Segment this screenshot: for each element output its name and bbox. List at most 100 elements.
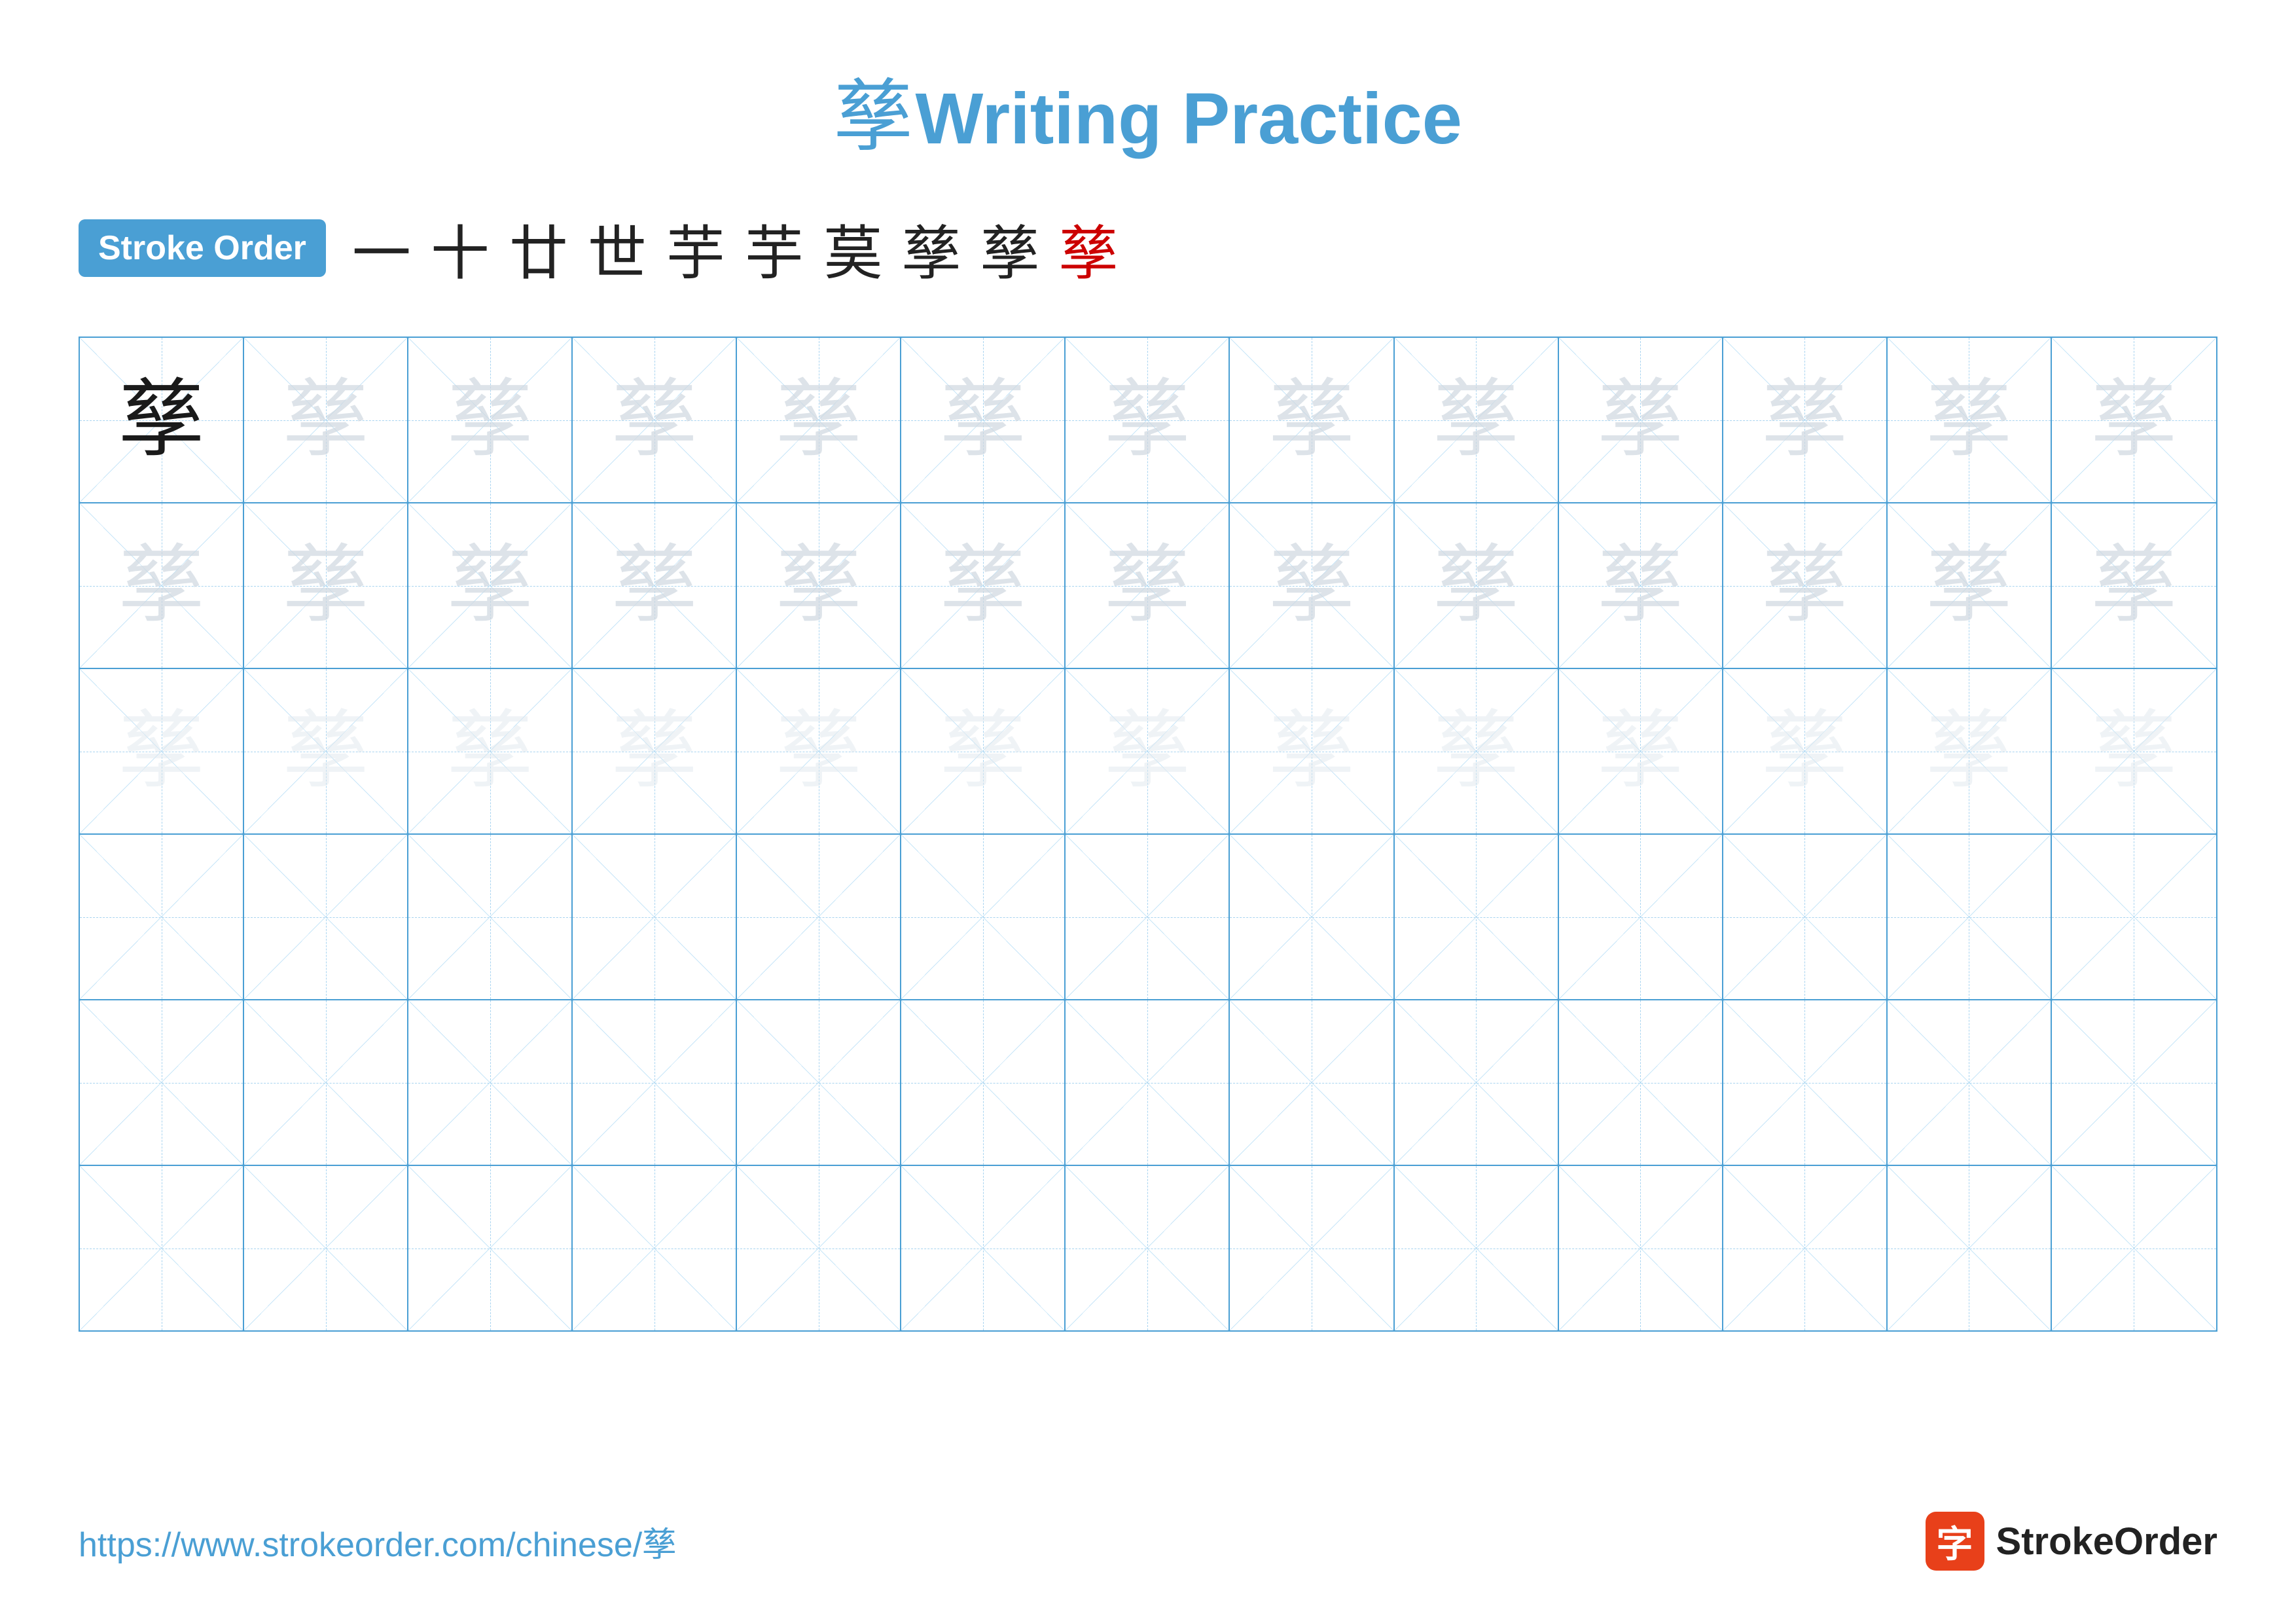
grid-cell-1-10: 孳 xyxy=(1723,503,1888,668)
practice-char-0-3: 孳 xyxy=(612,378,697,463)
grid-cell-4-11 xyxy=(1888,1000,2052,1165)
grid-cell-4-7 xyxy=(1230,1000,1394,1165)
cell-guide-5-7 xyxy=(1230,1166,1393,1330)
logo-text: StrokeOrder xyxy=(1996,1520,2217,1563)
grid-cell-3-4 xyxy=(737,835,901,999)
cell-guide-4-3 xyxy=(573,1000,736,1165)
grid-cell-0-11: 孳 xyxy=(1888,338,2052,502)
grid-cell-0-10: 孳 xyxy=(1723,338,1888,502)
practice-char-1-1: 孳 xyxy=(283,543,368,629)
grid-cell-5-10 xyxy=(1723,1166,1888,1330)
grid-cell-5-8 xyxy=(1395,1166,1559,1330)
stroke-sequence: 一十廿世芋芋茣孳孳孳 xyxy=(352,206,1118,291)
practice-char-2-6: 孳 xyxy=(1105,709,1190,794)
grid-cell-2-10: 孳 xyxy=(1723,669,1888,833)
practice-char-2-8: 孳 xyxy=(1433,709,1518,794)
grid-cell-4-12 xyxy=(2052,1000,2216,1165)
grid-cell-2-6: 孳 xyxy=(1066,669,1230,833)
grid-cell-5-1 xyxy=(244,1166,408,1330)
practice-char-1-10: 孳 xyxy=(1762,543,1847,629)
stroke-step-7: 孳 xyxy=(902,206,961,291)
grid-cell-0-12: 孳 xyxy=(2052,338,2216,502)
grid-cell-1-0: 孳 xyxy=(80,503,244,668)
cell-guide-5-2 xyxy=(408,1166,571,1330)
cell-guide-3-2 xyxy=(408,835,571,999)
grid-cell-3-9 xyxy=(1559,835,1723,999)
practice-char-1-2: 孳 xyxy=(448,543,533,629)
stroke-step-4: 芋 xyxy=(666,206,725,291)
grid-cell-4-3 xyxy=(573,1000,737,1165)
cell-guide-3-9 xyxy=(1559,835,1722,999)
stroke-order-badge: Stroke Order xyxy=(79,219,326,277)
cell-guide-3-11 xyxy=(1888,835,2051,999)
stroke-step-1: 十 xyxy=(431,206,490,291)
grid-cell-0-2: 孳 xyxy=(408,338,573,502)
cell-guide-3-1 xyxy=(244,835,407,999)
cell-guide-3-7 xyxy=(1230,835,1393,999)
practice-char-1-0: 孳 xyxy=(119,543,204,629)
grid-cell-5-6 xyxy=(1066,1166,1230,1330)
stroke-step-9: 孳 xyxy=(1059,206,1118,291)
grid-cell-2-7: 孳 xyxy=(1230,669,1394,833)
logo-icon: 字 xyxy=(1926,1512,1984,1571)
grid-cell-0-7: 孳 xyxy=(1230,338,1394,502)
practice-char-2-9: 孳 xyxy=(1598,709,1683,794)
stroke-order-row: Stroke Order 一十廿世芋芋茣孳孳孳 xyxy=(79,206,2217,291)
grid-cell-3-3 xyxy=(573,835,737,999)
practice-char-0-7: 孳 xyxy=(1269,378,1354,463)
grid-cell-4-10 xyxy=(1723,1000,1888,1165)
practice-char-2-0: 孳 xyxy=(119,709,204,794)
cell-guide-4-5 xyxy=(901,1000,1064,1165)
practice-char-1-11: 孳 xyxy=(1926,543,2011,629)
practice-char-2-5: 孳 xyxy=(941,709,1026,794)
grid-cell-3-5 xyxy=(901,835,1066,999)
grid-cell-2-5: 孳 xyxy=(901,669,1066,833)
practice-char-0-0: 孳 xyxy=(119,378,204,463)
grid-cell-4-2 xyxy=(408,1000,573,1165)
grid-cell-3-8 xyxy=(1395,835,1559,999)
cell-guide-3-8 xyxy=(1395,835,1558,999)
grid-cell-5-2 xyxy=(408,1166,573,1330)
practice-char-1-9: 孳 xyxy=(1598,543,1683,629)
practice-char-1-4: 孳 xyxy=(776,543,861,629)
grid-cell-4-0 xyxy=(80,1000,244,1165)
grid-cell-1-6: 孳 xyxy=(1066,503,1230,668)
grid-cell-1-8: 孳 xyxy=(1395,503,1559,668)
footer-url: https://www.strokeorder.com/chinese/孳 xyxy=(79,1517,676,1566)
grid-cell-5-3 xyxy=(573,1166,737,1330)
cell-guide-5-9 xyxy=(1559,1166,1722,1330)
cell-guide-5-5 xyxy=(901,1166,1064,1330)
stroke-step-3: 世 xyxy=(588,206,647,291)
grid-cell-3-11 xyxy=(1888,835,2052,999)
grid-cell-0-1: 孳 xyxy=(244,338,408,502)
grid-cell-2-9: 孳 xyxy=(1559,669,1723,833)
practice-char-2-7: 孳 xyxy=(1269,709,1354,794)
grid-cell-3-7 xyxy=(1230,835,1394,999)
cell-guide-5-3 xyxy=(573,1166,736,1330)
cell-guide-4-0 xyxy=(80,1000,243,1165)
grid-row-5 xyxy=(80,1166,2216,1330)
footer: https://www.strokeorder.com/chinese/孳 字 … xyxy=(79,1512,2217,1571)
practice-char-0-2: 孳 xyxy=(448,378,533,463)
page-content: 孳 Writing Practice Stroke Order 一十廿世芋芋茣孳… xyxy=(0,0,2296,1386)
grid-cell-3-6 xyxy=(1066,835,1230,999)
cell-guide-5-11 xyxy=(1888,1166,2051,1330)
grid-cell-1-12: 孳 xyxy=(2052,503,2216,668)
grid-cell-4-6 xyxy=(1066,1000,1230,1165)
practice-char-0-8: 孳 xyxy=(1433,378,1518,463)
cell-guide-3-6 xyxy=(1066,835,1229,999)
stroke-step-8: 孳 xyxy=(980,206,1039,291)
cell-guide-3-3 xyxy=(573,835,736,999)
grid-cell-3-10 xyxy=(1723,835,1888,999)
stroke-step-6: 茣 xyxy=(823,206,882,291)
practice-char-0-1: 孳 xyxy=(283,378,368,463)
cell-guide-3-10 xyxy=(1723,835,1886,999)
practice-grid: 孳孳孳孳孳孳孳孳孳孳孳孳孳孳孳孳孳孳孳孳孳孳孳孳孳孳孳孳孳孳孳孳孳孳孳孳孳孳孳 xyxy=(79,337,2217,1332)
cell-guide-4-7 xyxy=(1230,1000,1393,1165)
stroke-step-2: 廿 xyxy=(509,206,568,291)
practice-char-0-10: 孳 xyxy=(1762,378,1847,463)
grid-cell-0-3: 孳 xyxy=(573,338,737,502)
cell-guide-4-12 xyxy=(2052,1000,2216,1165)
practice-char-1-7: 孳 xyxy=(1269,543,1354,629)
grid-cell-5-12 xyxy=(2052,1166,2216,1330)
